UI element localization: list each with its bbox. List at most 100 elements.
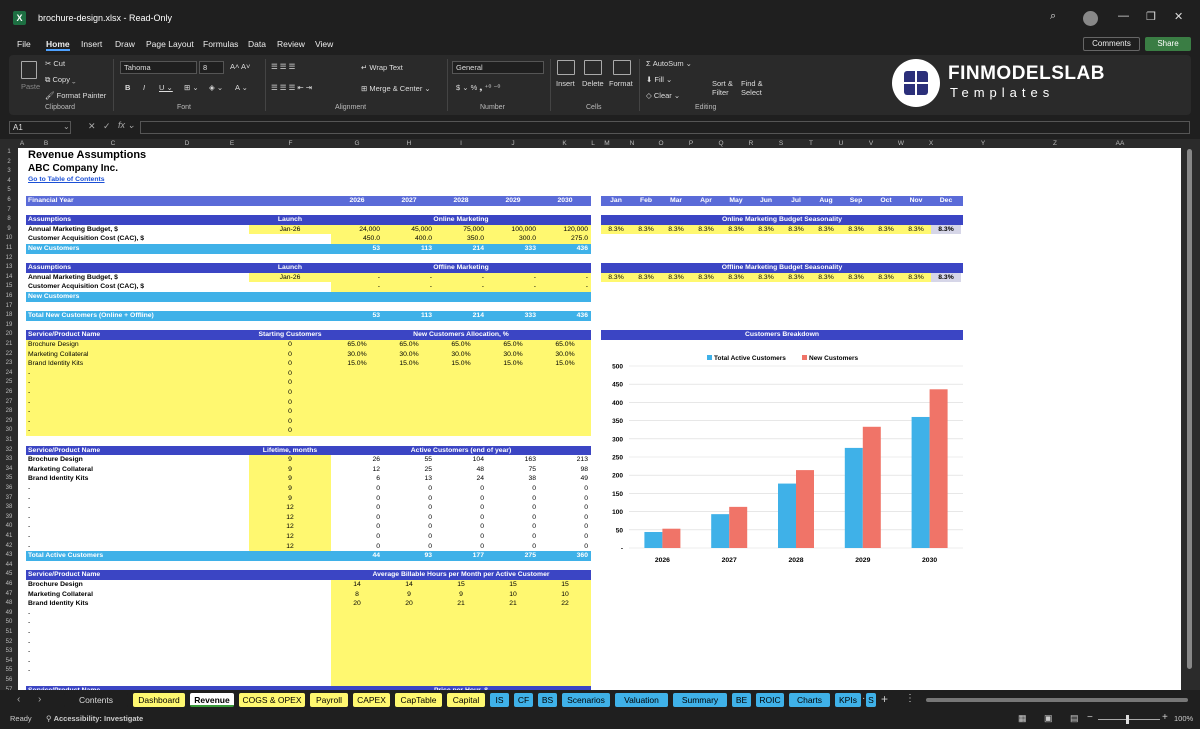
menu-formulas[interactable]: Formulas	[203, 39, 238, 49]
zoom-level[interactable]: 100%	[1174, 714, 1193, 723]
year-header[interactable]: 2026	[331, 196, 383, 206]
month-header[interactable]: Dec	[931, 196, 961, 206]
online-season-cell[interactable]: 8.3%	[691, 224, 721, 235]
column-header[interactable]: S	[766, 139, 796, 148]
month-header[interactable]: Oct	[871, 196, 901, 206]
row-header[interactable]: 1	[0, 148, 18, 158]
bold-icon[interactable]: B	[125, 83, 130, 92]
active-cell[interactable]: 0	[331, 513, 383, 523]
allocation-cell[interactable]: 15.0%	[435, 359, 487, 369]
active-cell[interactable]: 0	[539, 532, 591, 542]
service-name[interactable]: -	[28, 407, 68, 417]
total-new-label[interactable]: Total New Customers (Online + Offline)	[28, 311, 248, 321]
hours-row[interactable]	[331, 618, 591, 628]
active-cell[interactable]: 0	[487, 484, 539, 494]
allocation-cell[interactable]: 15.0%	[487, 359, 539, 369]
month-header[interactable]: Jan	[601, 196, 631, 206]
row-header[interactable]: 19	[0, 321, 18, 331]
hours-row[interactable]	[331, 666, 591, 676]
service-name[interactable]: Brochure Design	[28, 580, 228, 590]
sheet-tab-payroll[interactable]: Payroll	[310, 693, 348, 707]
insert-cells-icon[interactable]	[557, 60, 575, 75]
normal-view-icon[interactable]: ▦	[1018, 713, 1027, 724]
offline-season-cell[interactable]: 8.3%	[691, 272, 721, 283]
service-name[interactable]: -	[28, 503, 68, 513]
fy-label[interactable]: Financial Year	[28, 196, 148, 206]
month-header[interactable]: Feb	[631, 196, 661, 206]
customers-chart[interactable]: 500 450 400 350 300 250 200 150 100 50 - 2026 2027 20…	[601, 342, 963, 562]
name-box-dropdown-icon[interactable]: ⌄	[63, 122, 70, 131]
online-new-cell[interactable]: 53	[331, 244, 383, 254]
row-header[interactable]: 30	[0, 426, 18, 436]
sheet-tab-scenarios[interactable]: Scenarios	[562, 693, 610, 707]
avatar[interactable]	[1083, 11, 1098, 26]
minimize-icon[interactable]: —	[1118, 10, 1129, 22]
online-season-cell[interactable]: 8.3%	[781, 224, 811, 235]
row-header[interactable]: 37	[0, 494, 18, 504]
service-name[interactable]: Brochure Design	[28, 340, 228, 350]
offline-season-cell[interactable]: 8.3%	[721, 272, 751, 283]
zoom-out-icon[interactable]: −	[1087, 712, 1093, 723]
sheet-tab-roic[interactable]: ROIC	[756, 693, 784, 707]
sheet-tab-summary[interactable]: Summary	[673, 693, 727, 707]
active-cell[interactable]: 0	[331, 484, 383, 494]
hours-cell[interactable]: 9	[383, 589, 435, 600]
row-header[interactable]: 20	[0, 330, 18, 340]
total-new-cell[interactable]: 53	[331, 311, 383, 321]
assumptions-label[interactable]: Assumptions	[28, 215, 228, 225]
service-name[interactable]: -	[28, 368, 68, 379]
offline-season-cell[interactable]: 8.3%	[871, 272, 901, 283]
active-cell[interactable]: 0	[539, 513, 591, 523]
column-header[interactable]: K	[539, 139, 590, 148]
chart-title[interactable]: Customers Breakdown	[601, 330, 963, 340]
service-name[interactable]: Brand Identity Kits	[28, 474, 228, 484]
online-budget-cell[interactable]: 75,000	[435, 224, 487, 235]
active-cell[interactable]: 24	[435, 474, 487, 484]
row-header[interactable]: 35	[0, 474, 18, 484]
online-season-cell[interactable]: 8.3%	[871, 224, 901, 235]
budget-label[interactable]: Annual Marketing Budget, $	[28, 273, 248, 283]
online-header[interactable]: Online Marketing	[331, 215, 591, 225]
service-name[interactable]: -	[28, 542, 68, 552]
online-budget-cell[interactable]: 45,000	[383, 224, 435, 235]
online-season-cell[interactable]: 8.3%	[841, 224, 871, 235]
lifetime-cell[interactable]: 9	[249, 455, 331, 465]
hours-cell[interactable]: 15	[487, 580, 539, 590]
menu-home[interactable]: Home	[46, 39, 70, 51]
online-launch[interactable]: Jan-26	[249, 224, 331, 235]
hours-cell[interactable]: 14	[331, 580, 383, 590]
offline-season-cell[interactable]: 8.3%	[931, 272, 961, 283]
active-cell[interactable]: 0	[487, 532, 539, 542]
month-header[interactable]: Mar	[661, 196, 691, 206]
sort-filter-button[interactable]: Sort & Filter	[712, 79, 738, 97]
column-header[interactable]: O	[646, 139, 676, 148]
allocation-cell[interactable]: 65.0%	[487, 340, 539, 350]
lifetime-cell[interactable]: 12	[249, 522, 331, 532]
row-header[interactable]: 49	[0, 609, 18, 619]
allocation-cell[interactable]: 65.0%	[539, 340, 591, 350]
sheet-tab-capex[interactable]: CAPEX	[353, 693, 390, 707]
font-grow-icon[interactable]: A˄ A˅	[230, 62, 250, 71]
offline-header[interactable]: Offline Marketing	[331, 263, 591, 273]
row-header[interactable]: 34	[0, 465, 18, 475]
row-header[interactable]: 8	[0, 215, 18, 225]
row-header[interactable]: 40	[0, 522, 18, 532]
font-color-icon[interactable]: A ⌄	[235, 83, 248, 92]
cac-label[interactable]: Customer Acquisition Cost (CAC), $	[28, 234, 248, 244]
add-sheet-icon[interactable]: +	[881, 692, 888, 706]
menu-review[interactable]: Review	[277, 39, 305, 49]
year-header[interactable]: 2029	[487, 196, 539, 206]
hours-row[interactable]	[331, 628, 591, 638]
active-cell[interactable]: 75	[487, 465, 539, 475]
tab-scroll-right-icon[interactable]: ›	[38, 694, 41, 705]
sheet-tab-dashboard[interactable]: Dashboard	[133, 693, 185, 707]
fill-color-icon[interactable]: ◈ ⌄	[209, 83, 223, 92]
online-new-cell[interactable]: 333	[487, 244, 539, 254]
hours-cell[interactable]: 20	[383, 599, 435, 609]
align-left-icon[interactable]: ☰ ☰ ☰ ⇤ ⇥	[271, 83, 312, 92]
starting-customers[interactable]: 0	[249, 388, 331, 398]
starting-customers[interactable]: 0	[249, 368, 331, 379]
row-header[interactable]: 45	[0, 570, 18, 580]
row-header[interactable]: 55	[0, 666, 18, 676]
service-name[interactable]: -	[28, 397, 68, 408]
